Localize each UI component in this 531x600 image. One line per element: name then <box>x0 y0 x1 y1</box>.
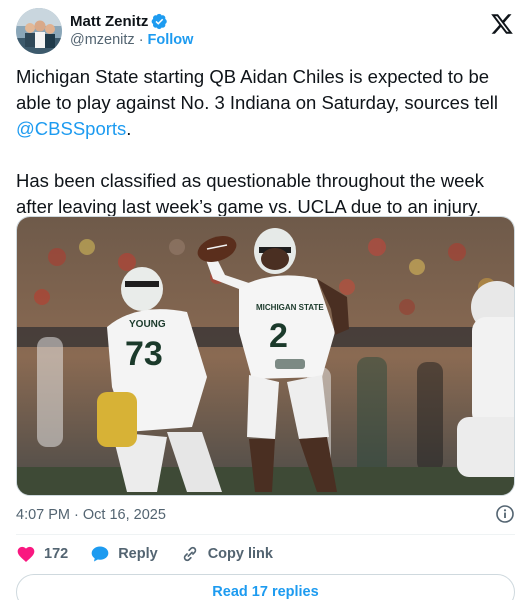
jersey-left-name: YOUNG <box>129 319 166 330</box>
tweet-paragraph-2: Has been classified as questionable thro… <box>16 170 484 217</box>
copy-link-label: Copy link <box>207 546 273 562</box>
jersey-left-number: 73 <box>125 335 163 373</box>
jersey-main-number: 2 <box>269 317 288 355</box>
x-logo-icon[interactable] <box>490 12 514 36</box>
action-bar: 172 Reply Copy link <box>16 542 295 566</box>
tweet-timestamp[interactable]: 4:07 PM · Oct 16, 2025 <box>16 507 166 523</box>
like-count: 172 <box>44 546 69 562</box>
mention-link[interactable]: @CBSSports <box>16 118 126 139</box>
tweet-paragraph-1: Michigan State starting QB Aidan Chiles … <box>16 64 519 142</box>
like-button[interactable]: 172 <box>16 544 68 564</box>
tweet-card: Matt Zenitz @mzenitz · Follow Michigan S <box>0 0 531 600</box>
tweet-text-part: . <box>126 118 132 139</box>
tweet-text: Michigan State starting QB Aidan Chiles … <box>16 64 519 220</box>
verified-badge-icon <box>151 13 168 30</box>
jersey-main-name: MICHIGAN STATE <box>256 303 324 312</box>
link-icon <box>183 546 196 562</box>
read-replies-button[interactable]: Read 17 replies <box>16 574 515 600</box>
info-icon[interactable] <box>495 504 515 524</box>
name-row: Matt Zenitz <box>70 12 193 31</box>
copy-link-button[interactable]: Copy link <box>180 544 273 564</box>
avatar[interactable] <box>16 8 62 54</box>
divider <box>16 534 515 535</box>
reply-label: Reply <box>118 546 158 562</box>
reply-bubble-icon <box>91 546 109 562</box>
follow-button[interactable]: Follow <box>148 31 194 50</box>
handle-row: @mzenitz · Follow <box>70 31 193 50</box>
heart-icon <box>17 546 35 562</box>
author-names: Matt Zenitz @mzenitz · Follow <box>70 12 193 50</box>
display-name[interactable]: Matt Zenitz <box>70 12 148 31</box>
separator: · <box>138 32 144 48</box>
reply-button[interactable]: Reply <box>90 544 158 564</box>
tweet-header: Matt Zenitz @mzenitz · Follow <box>16 8 516 54</box>
handle[interactable]: @mzenitz <box>70 31 135 50</box>
tweet-photo[interactable]: YOUNG 73 MICHIGAN STATE 2 <box>16 216 515 496</box>
tweet-text-part: Michigan State starting QB Aidan Chiles … <box>16 66 498 113</box>
